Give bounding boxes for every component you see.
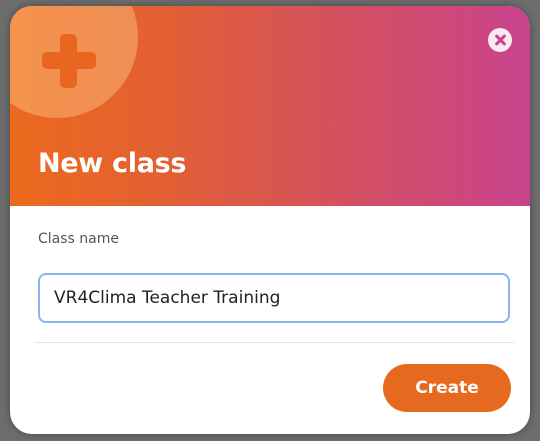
create-button[interactable]: Create [383, 364, 511, 412]
class-name-label: Class name [38, 231, 119, 247]
class-name-input[interactable] [38, 273, 510, 323]
plus-icon [42, 34, 96, 88]
dialog-title: New class [38, 148, 187, 179]
dialog-header: New class [10, 6, 530, 206]
close-icon[interactable] [488, 28, 512, 52]
divider [34, 342, 514, 343]
new-class-dialog: New class Class name Create [10, 6, 530, 434]
